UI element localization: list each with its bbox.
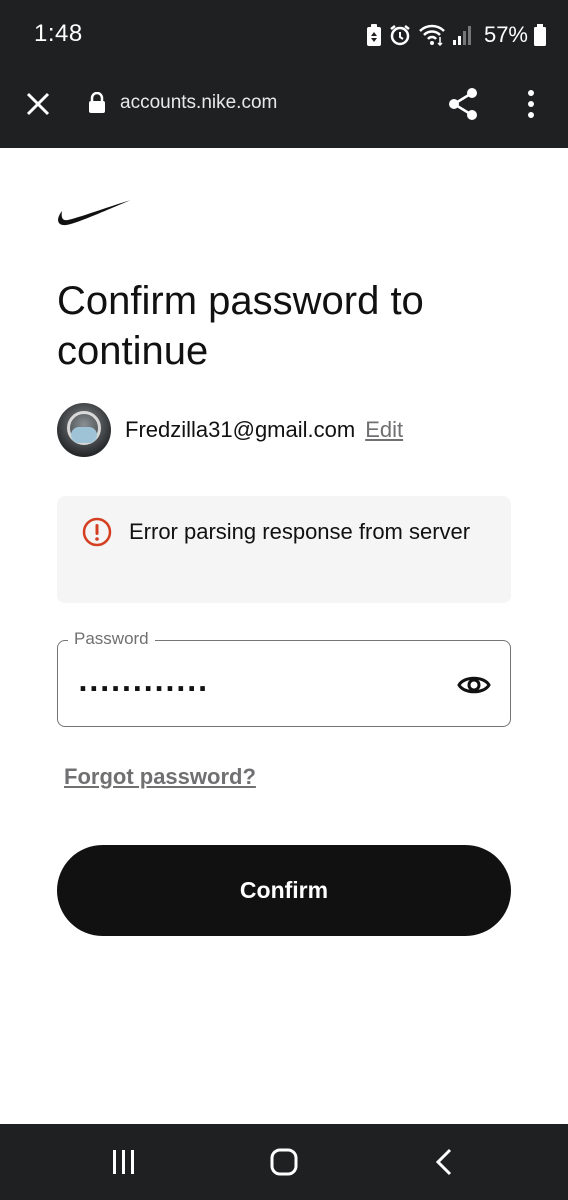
eye-icon (457, 676, 491, 694)
error-text: Error parsing response from server (129, 519, 471, 544)
back-button[interactable] (424, 1144, 464, 1180)
more-options-button[interactable] (516, 86, 546, 122)
account-row: Fredzilla31@gmail.com Edit (57, 402, 403, 458)
url-text[interactable]: accounts.nike.com (120, 92, 277, 114)
system-nav-bar (0, 1124, 568, 1200)
nike-swoosh-logo (56, 198, 132, 233)
password-label: Password (68, 629, 155, 649)
close-button[interactable] (20, 86, 56, 122)
edit-link[interactable]: Edit (365, 417, 403, 443)
avatar (57, 403, 111, 457)
battery-saver-icon (366, 23, 382, 47)
share-button[interactable] (446, 86, 482, 122)
status-bar: 1:48 57% (0, 0, 568, 70)
status-time: 1:48 (34, 20, 83, 47)
page-title: Confirm password to continue (57, 279, 424, 373)
signal-icon (452, 23, 472, 47)
browser-toolbar: accounts.nike.com (0, 70, 568, 148)
status-icons: 57% (366, 20, 546, 50)
share-icon (449, 88, 477, 120)
back-icon (435, 1148, 452, 1176)
home-button[interactable] (264, 1144, 304, 1180)
error-icon (81, 516, 113, 553)
recent-apps-button[interactable] (104, 1144, 144, 1180)
screen: 1:48 57% accounts.nike.com Confirm passw… (0, 0, 568, 1200)
battery-percent: 57% (483, 22, 528, 47)
close-icon (26, 92, 50, 116)
password-input[interactable] (76, 667, 440, 699)
more-vert-icon (528, 90, 534, 118)
show-password-button[interactable] (456, 667, 492, 703)
battery-icon (534, 24, 546, 46)
alarm-icon (388, 23, 412, 47)
page-content: Confirm password to continue Fredzilla31… (0, 148, 568, 1124)
lock-icon (88, 91, 106, 119)
error-message-box: Error parsing response from server (57, 496, 511, 603)
password-field[interactable]: Password (57, 629, 511, 727)
recent-apps-icon (113, 1150, 134, 1174)
confirm-button[interactable]: Confirm (57, 845, 511, 936)
forgot-password-link[interactable]: Forgot password? (64, 764, 256, 790)
account-email: Fredzilla31@gmail.com (125, 417, 356, 442)
home-icon (270, 1148, 298, 1176)
wifi-icon (418, 23, 446, 47)
